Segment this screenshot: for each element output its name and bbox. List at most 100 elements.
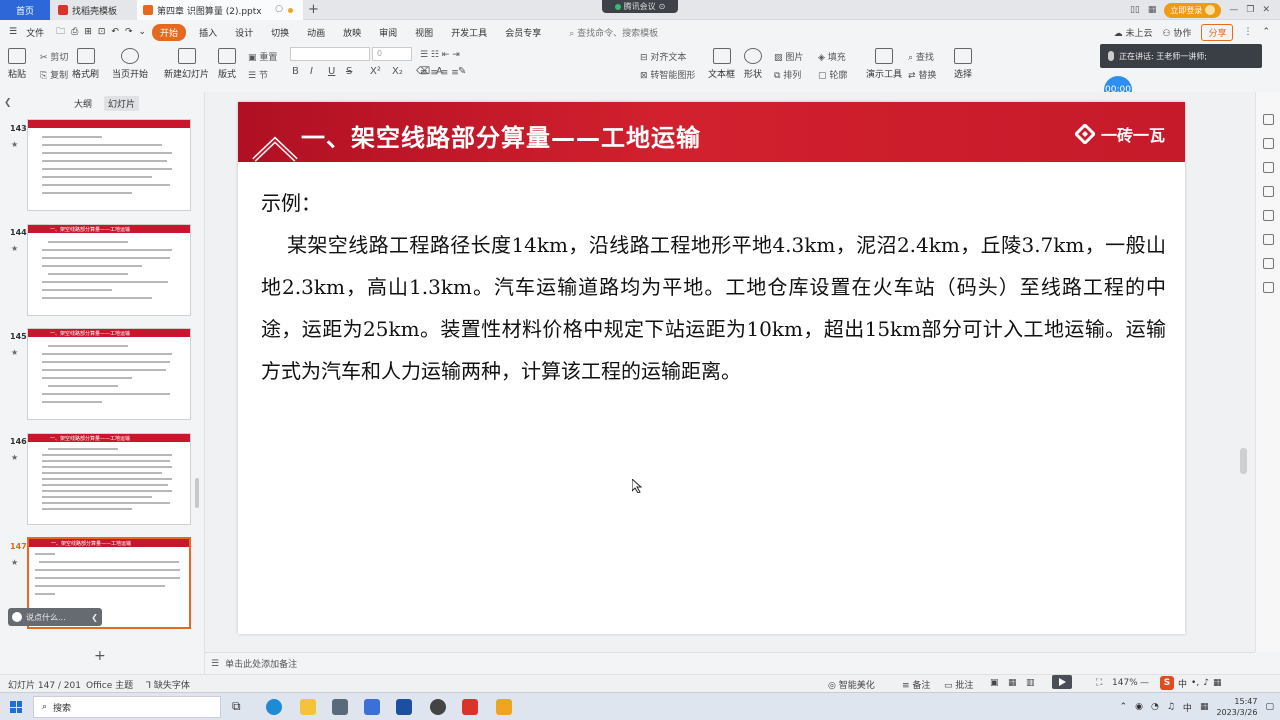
align-text-button[interactable]: ⊟ 对齐文本	[640, 50, 686, 63]
window-layout-icon[interactable]: ▯▯	[1130, 5, 1140, 15]
meeting-indicator[interactable]: 腾讯会议 ⊙	[602, 0, 678, 13]
font-size-input[interactable]: 0	[372, 47, 412, 61]
italic-button[interactable]: I	[310, 66, 313, 77]
pane-animation-icon[interactable]	[1263, 162, 1274, 173]
cut-button[interactable]: ✂ 剪切	[40, 50, 68, 63]
reading-view-icon[interactable]: ▥	[1026, 678, 1035, 688]
add-slide-button[interactable]: +	[94, 648, 106, 664]
tab-template[interactable]: 找稻壳模板	[52, 0, 136, 20]
tab-outline[interactable]: 大纲	[70, 96, 96, 111]
save-icon[interactable]: ⎙	[68, 27, 81, 37]
collab-button[interactable]: ⚇ 协作	[1162, 26, 1191, 39]
panel-scrollbar[interactable]	[195, 478, 199, 508]
hamburger-icon[interactable]: ☰	[0, 27, 26, 37]
new-slide-button[interactable]: 新建幻灯片	[164, 48, 209, 80]
text-box-button[interactable]: 文本框	[708, 48, 735, 80]
app-icon-meeting[interactable]	[396, 699, 412, 715]
cloud-status[interactable]: ☁ 未上云	[1114, 26, 1153, 39]
tab-home[interactable]: 首页	[0, 0, 50, 20]
minimize-icon[interactable]: —	[1229, 5, 1238, 15]
slide-thumbnail-144[interactable]: 一、架空线路部分算量——工地运输	[27, 224, 191, 316]
missing-font-button[interactable]: Ꞁ 缺失字体	[146, 678, 190, 691]
slide-text-body[interactable]: 示例： 某架空线路工程路径长度14km，沿线路工程地形平地4.3km，泥沼2.4…	[261, 182, 1166, 392]
tab-slides[interactable]: 幻灯片	[104, 96, 140, 111]
menu-animation[interactable]: 动画	[298, 26, 334, 39]
input-method-bar[interactable]: S 中 •, ♪ ▦	[1160, 674, 1221, 692]
file-explorer-icon[interactable]	[300, 699, 316, 715]
normal-view-icon[interactable]: ▣	[990, 678, 999, 688]
grid-view-icon[interactable]: ▦	[1148, 5, 1157, 15]
menu-member[interactable]: 会员专享	[496, 26, 550, 39]
more-icon[interactable]: ⌄	[136, 27, 153, 37]
tab-document[interactable]: 第四章 识图算量 (2).pptx ○	[137, 0, 303, 20]
slide-thumbnail-145[interactable]: 一、架空线路部分算量——工地运输	[27, 328, 191, 420]
theme-name[interactable]: Office 主题	[86, 678, 133, 691]
underline-button[interactable]: U	[328, 66, 335, 77]
menu-slideshow[interactable]: 放映	[334, 26, 370, 39]
comments-toggle-button[interactable]: ▭ 批注	[944, 678, 973, 691]
open-icon[interactable]: 🗀	[53, 24, 68, 40]
redo-icon[interactable]: ↷	[122, 27, 136, 37]
presentation-tools-button[interactable]: 演示工具	[866, 48, 902, 80]
zoom-out-icon[interactable]: —	[1140, 678, 1149, 688]
notification-icon[interactable]: ▢	[1265, 702, 1274, 712]
sorter-view-icon[interactable]: ▦	[1008, 678, 1017, 688]
current-slide[interactable]: 一、架空线路部分算量——工地运输 一砖一瓦 示例： 某架空线路工程路径长度14k…	[238, 102, 1185, 634]
highlight-icon[interactable]: ✎	[458, 66, 466, 77]
fill-button[interactable]: ◈ 填充	[818, 50, 846, 63]
menu-transition[interactable]: 切换	[262, 26, 298, 39]
tray-app-icon[interactable]: ◉	[1135, 702, 1143, 712]
canvas-scrollbar[interactable]	[1240, 448, 1247, 474]
menu-developer[interactable]: 开发工具	[442, 26, 496, 39]
slideshow-play-button[interactable]	[1052, 675, 1072, 689]
picture-button[interactable]: ▨ 图片	[774, 50, 803, 63]
network-icon[interactable]: ◔	[1151, 702, 1159, 712]
notes-toggle-button[interactable]: ≡ 备注	[902, 678, 930, 691]
panel-collapse-icon[interactable]: ❮	[4, 98, 12, 108]
app-icon-dark[interactable]	[430, 699, 446, 715]
superscript-icon[interactable]: X²	[370, 66, 381, 77]
wps-icon[interactable]	[462, 699, 478, 715]
notes-drag-icon[interactable]: ☰	[211, 659, 219, 669]
notes-area[interactable]: ☰ 单击此处添加备注	[205, 652, 1255, 674]
restore-icon[interactable]: ❐	[1246, 5, 1254, 15]
arrange-button[interactable]: ⧉ 排列	[774, 68, 801, 81]
convert-smartart-button[interactable]: ⊠ 转智能图形	[640, 68, 695, 81]
slide-thumbnail-146[interactable]: 一、架空线路部分算量——工地运输	[27, 433, 191, 525]
font-name-input[interactable]	[290, 47, 370, 61]
ribbon-collapse-icon[interactable]: ⌃	[1262, 27, 1270, 37]
system-clock[interactable]: 15:47 2023/3/26	[1216, 696, 1257, 718]
align-icon[interactable]: ≡ ≡ ≡ ≡	[420, 68, 459, 78]
new-tab-button[interactable]: +	[308, 2, 319, 17]
format-painter-button[interactable]: 格式刷	[72, 48, 99, 80]
undo-icon[interactable]: ↶	[108, 27, 122, 37]
calculator-icon[interactable]	[332, 699, 348, 715]
strikethrough-button[interactable]: S	[346, 66, 352, 77]
chat-collapse-icon[interactable]: ❮	[91, 613, 102, 622]
chat-input[interactable]: 说点什么... ❮	[8, 608, 102, 626]
preview-icon[interactable]: ⊡	[95, 27, 109, 37]
find-button[interactable]: ⌕ 查找	[908, 50, 934, 63]
pane-image-icon[interactable]	[1263, 210, 1274, 221]
command-search[interactable]: ⌕ 查找命令、搜索模板	[560, 26, 667, 39]
slide-thumbnail-143[interactable]	[27, 119, 191, 211]
print-icon[interactable]: ⊞	[81, 27, 95, 37]
menu-file[interactable]: 文件	[26, 26, 53, 39]
pane-location-icon[interactable]	[1263, 258, 1274, 269]
close-icon[interactable]: ✕	[1262, 5, 1270, 15]
pane-copy-icon[interactable]	[1263, 186, 1274, 197]
taskbar-search[interactable]: ⌕ 搜索	[33, 696, 221, 718]
menu-design[interactable]: 设计	[226, 26, 262, 39]
app-icon-orange[interactable]	[496, 699, 512, 715]
beautify-button[interactable]: ◎ 智能美化	[828, 678, 875, 691]
zoom-level[interactable]: 147%	[1112, 678, 1138, 688]
login-button[interactable]: 立即登录	[1164, 2, 1222, 18]
edge-browser-icon[interactable]	[266, 699, 282, 715]
copy-button[interactable]: ⎘ 复制	[40, 68, 68, 81]
tray-grid-icon[interactable]: ▦	[1200, 702, 1209, 712]
menu-review[interactable]: 审阅	[370, 26, 406, 39]
section-button[interactable]: ☰ 节	[248, 68, 268, 81]
outline-button[interactable]: ▢ 轮廓	[818, 68, 847, 81]
pane-table-icon[interactable]	[1263, 234, 1274, 245]
fit-screen-icon[interactable]: ⛶	[1096, 678, 1102, 688]
